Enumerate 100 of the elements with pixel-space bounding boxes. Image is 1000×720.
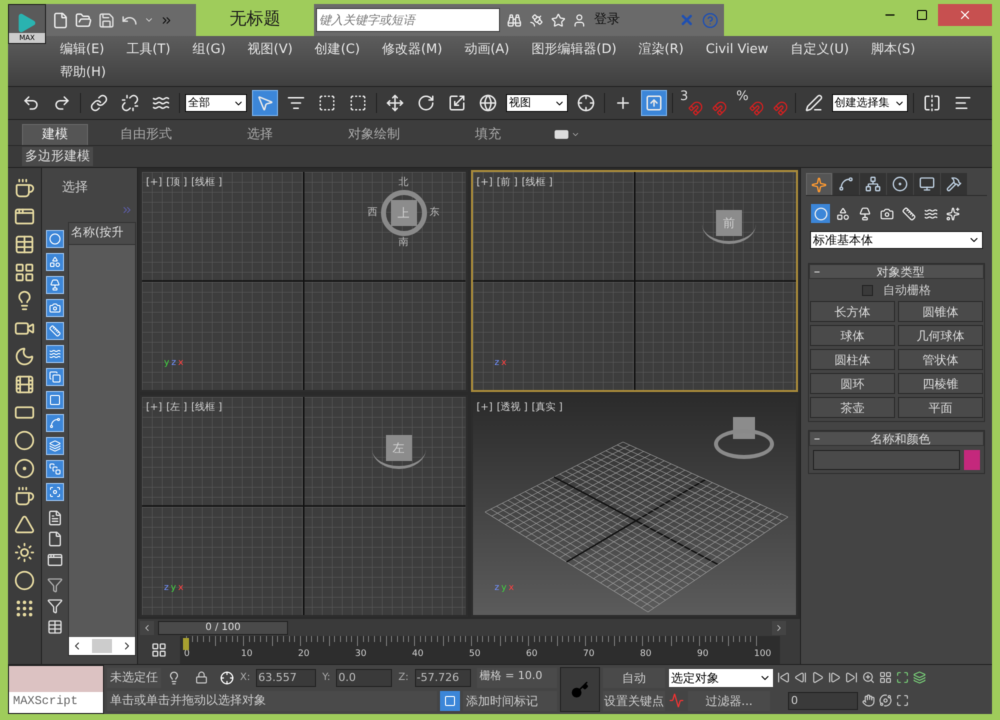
command-tab[interactable]: [806, 173, 832, 195]
page-icon[interactable]: [47, 530, 63, 546]
frame-field[interactable]: 0: [788, 692, 858, 710]
viewport-label[interactable]: [顶 ]: [166, 175, 188, 190]
filter-toggle[interactable]: [46, 482, 64, 500]
previous-frame-button[interactable]: [140, 620, 154, 634]
viewport[interactable]: [+] [前 ] [线框 ] 前 z x: [470, 170, 798, 392]
play-icon[interactable]: [811, 671, 824, 684]
toolbar-dropdown[interactable]: 全部: [185, 94, 247, 112]
filter-toggle[interactable]: [46, 344, 64, 362]
rollout-header[interactable]: 名称和颜色: [809, 431, 984, 446]
ribbon-panel-label[interactable]: 多边形建模: [22, 146, 93, 166]
primitive-button[interactable]: 管状体: [898, 349, 983, 370]
new-file-icon[interactable]: [52, 12, 69, 28]
viewport[interactable]: [+] [左 ] [线框 ] 左 z y x: [140, 395, 468, 617]
go-to-end-icon[interactable]: [845, 671, 858, 684]
menu-item[interactable]: 组(G): [192, 38, 226, 61]
primitive-button[interactable]: 圆柱体: [810, 349, 895, 370]
viewport-label[interactable]: [线框 ]: [191, 400, 222, 415]
viewport-label[interactable]: [+]: [476, 175, 493, 190]
viewport-label[interactable]: [前 ]: [496, 175, 518, 190]
zoom-icon[interactable]: [862, 671, 875, 684]
cone-icon[interactable]: [14, 514, 35, 535]
window-icon[interactable]: [47, 552, 63, 568]
circle-icon[interactable]: [14, 430, 35, 451]
time-marker[interactable]: [183, 638, 189, 650]
viewport-label[interactable]: [线框 ]: [522, 175, 553, 190]
primitive-button[interactable]: 茶壶: [810, 397, 895, 418]
z-field[interactable]: -57.726: [414, 668, 471, 686]
viewport-label[interactable]: [+]: [476, 400, 493, 415]
grid-icon[interactable]: [879, 671, 892, 684]
menu-item[interactable]: 帮助(H): [60, 61, 106, 84]
command-tab[interactable]: [941, 173, 967, 195]
next-frame-icon[interactable]: [828, 671, 841, 684]
rollout-header[interactable]: 对象类型: [809, 264, 984, 279]
filter-toggle[interactable]: [46, 276, 64, 294]
snap-button[interactable]: 3: [678, 90, 706, 116]
primitive-button[interactable]: 圆锥体: [898, 301, 983, 322]
lock-icon[interactable]: [195, 671, 208, 684]
table-icon[interactable]: [47, 618, 63, 634]
teapot-icon[interactable]: [14, 178, 35, 199]
viewport-label[interactable]: [+]: [146, 175, 162, 190]
circle-icon[interactable]: [14, 458, 35, 479]
column-header[interactable]: 名称(按升: [69, 222, 135, 244]
filter-toggle[interactable]: [46, 436, 64, 454]
viewport-label[interactable]: [左 ]: [166, 400, 188, 415]
filter-toggle[interactable]: [46, 390, 64, 408]
menu-item[interactable]: 创建(C): [314, 38, 360, 61]
layers-icon[interactable]: [913, 671, 926, 684]
command-tab[interactable]: [860, 173, 886, 195]
primitive-button[interactable]: 长方体: [810, 301, 895, 322]
next-frame-button[interactable]: [772, 620, 786, 634]
toolbar-dropdown[interactable]: 视图: [506, 94, 568, 112]
name-field[interactable]: [813, 450, 960, 470]
auto-key-button[interactable]: 自动: [603, 668, 665, 688]
time-tag-button[interactable]: 添加时间标记: [463, 690, 557, 710]
user-icon[interactable]: [572, 12, 588, 28]
snap-button[interactable]: %: [734, 90, 766, 116]
folder-icon[interactable]: [75, 12, 92, 28]
sun-icon[interactable]: [14, 542, 35, 563]
caret-icon[interactable]: [571, 130, 580, 139]
film-icon[interactable]: [14, 374, 35, 395]
ribbon-tab[interactable]: 自由形式: [90, 124, 202, 145]
go-to-start-icon[interactable]: [777, 671, 790, 684]
dots-icon[interactable]: [14, 598, 35, 619]
orbit-icon[interactable]: [879, 694, 892, 707]
lightbulb-icon[interactable]: [167, 670, 181, 684]
filter-icon[interactable]: [47, 576, 63, 592]
moon-icon[interactable]: [14, 346, 35, 367]
filter-toggle[interactable]: [46, 230, 64, 248]
previous-frame-icon[interactable]: [794, 671, 807, 684]
filter-toggle[interactable]: [46, 368, 64, 386]
maxscript-field[interactable]: MAXScript: [9, 692, 103, 713]
toggle-icon[interactable]: [554, 127, 569, 142]
menu-item[interactable]: 视图(V): [248, 38, 293, 61]
set-key-button[interactable]: 设置关键点: [603, 690, 665, 710]
ribbon-tab[interactable]: 选择: [204, 124, 316, 145]
x-field[interactable]: 63.557: [256, 668, 316, 686]
table-icon[interactable]: [14, 234, 35, 255]
teapot-icon[interactable]: [14, 486, 35, 507]
filter-toggle[interactable]: [46, 322, 64, 340]
view-cube[interactable]: [714, 417, 774, 459]
viewport[interactable]: [+] [顶 ] [线框 ] 北 西 上 东 南 y z x: [140, 170, 468, 392]
save-icon[interactable]: [98, 12, 115, 28]
sphere-icon[interactable]: [14, 570, 35, 591]
primitive-button[interactable]: 平面: [898, 397, 983, 418]
y-field[interactable]: 0.0: [336, 668, 392, 686]
frame-counter[interactable]: 0 / 100: [158, 620, 288, 634]
toolbar-dropdown[interactable]: 创建选择集: [832, 94, 908, 112]
menu-item[interactable]: 工具(T): [126, 38, 170, 61]
command-tab[interactable]: [914, 173, 940, 195]
track-bar-icon[interactable]: [151, 642, 167, 658]
filter-toggle[interactable]: [46, 252, 64, 270]
menu-item[interactable]: 自定义(U): [790, 38, 849, 61]
filter-toggle[interactable]: [46, 298, 64, 316]
viewport-label[interactable]: [透视 ]: [496, 400, 528, 415]
filter-toggle[interactable]: [46, 414, 64, 432]
menu-item[interactable]: 编辑(E): [60, 38, 104, 61]
menu-item[interactable]: 脚本(S): [870, 38, 916, 61]
binoculars-icon[interactable]: [507, 12, 522, 28]
